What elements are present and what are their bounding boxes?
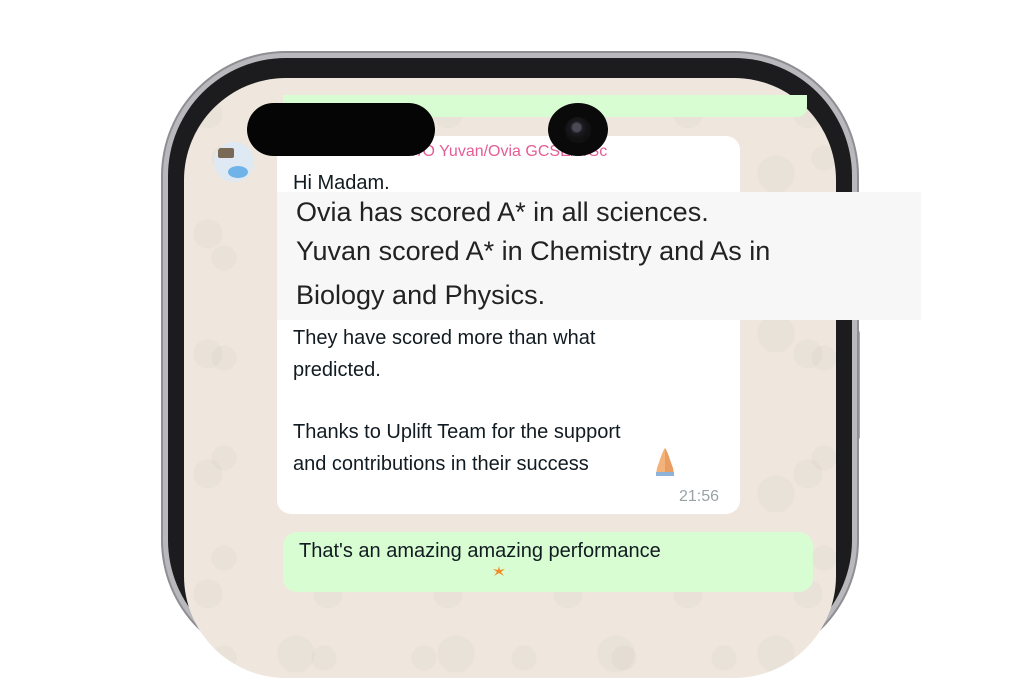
phone-power-button <box>853 330 860 440</box>
sparkle-icon <box>493 566 505 576</box>
highlight-overlay: Ovia has scored A* in all sciences. Yuva… <box>277 192 921 320</box>
highlight-line: Ovia has scored A* in all sciences. <box>296 197 709 227</box>
message-line: predicted. <box>293 359 381 381</box>
phone-action-button <box>161 213 168 239</box>
avatar-figure <box>218 148 234 158</box>
message-line: Thanks to Uplift Team for the support <box>293 421 621 443</box>
message-line: They have scored more than what <box>293 327 596 349</box>
message-timestamp: 21:56 <box>679 488 720 505</box>
dynamic-island <box>247 103 435 156</box>
phone-volume-up-button <box>161 302 168 372</box>
avatar-water <box>228 166 248 178</box>
phone-volume-down-button <box>161 410 168 480</box>
sender-avatar[interactable] <box>214 142 254 182</box>
highlight-line: Yuvan scored A* in Chemistry and As in <box>296 236 771 266</box>
folded-hands-icon <box>656 448 674 476</box>
camera-icon <box>548 103 608 156</box>
reply-text: That's an amazing amazing performance <box>299 540 661 562</box>
message-line: and contributions in their success <box>293 453 589 475</box>
highlight-line: Biology and Physics. <box>296 280 546 310</box>
